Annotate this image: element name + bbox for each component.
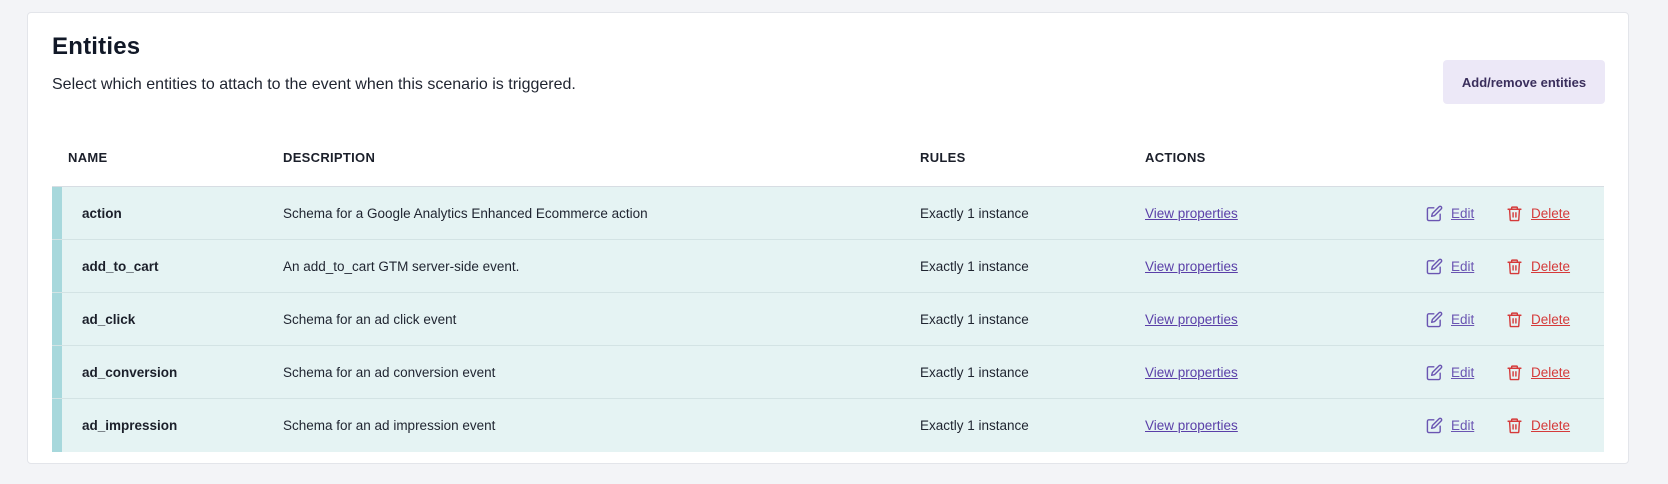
edit-link-label: Edit	[1451, 206, 1475, 221]
edit-icon	[1426, 311, 1443, 328]
delete-link-label: Delete	[1531, 418, 1571, 433]
view-properties-link[interactable]: View properties	[1145, 418, 1238, 433]
column-header-name: NAME	[68, 150, 108, 165]
edit-icon	[1426, 258, 1443, 275]
entity-rules: Exactly 1 instance	[920, 312, 1029, 327]
edit-button[interactable]: Edit	[1426, 293, 1474, 346]
entity-description: An add_to_cart GTM server-side event.	[283, 259, 520, 274]
entity-rules: Exactly 1 instance	[920, 365, 1029, 380]
entity-description: Schema for an ad click event	[283, 312, 457, 327]
edit-button[interactable]: Edit	[1426, 187, 1474, 240]
edit-button[interactable]: Edit	[1426, 346, 1474, 399]
trash-icon	[1506, 311, 1523, 328]
entity-rules: Exactly 1 instance	[920, 418, 1029, 433]
entities-card: Entities Select which entities to attach…	[27, 12, 1629, 464]
edit-icon	[1426, 364, 1443, 381]
table-row: add_to_cart An add_to_cart GTM server-si…	[52, 240, 1604, 293]
edit-icon	[1426, 205, 1443, 222]
edit-icon	[1426, 417, 1443, 434]
table-row: ad_click Schema for an ad click event Ex…	[52, 293, 1604, 346]
delete-button[interactable]: Delete	[1506, 240, 1570, 293]
edit-link-label: Edit	[1451, 312, 1475, 327]
delete-link-label: Delete	[1531, 259, 1571, 274]
column-header-rules: RULES	[920, 150, 966, 165]
page-subtitle: Select which entities to attach to the e…	[52, 76, 576, 93]
table-body: action Schema for a Google Analytics Enh…	[52, 187, 1604, 452]
delete-link-label: Delete	[1531, 206, 1571, 221]
view-properties-link[interactable]: View properties	[1145, 365, 1238, 380]
delete-button[interactable]: Delete	[1506, 293, 1570, 346]
column-header-actions: ACTIONS	[1145, 150, 1206, 165]
table-row: ad_conversion Schema for an ad conversio…	[52, 346, 1604, 399]
edit-button[interactable]: Edit	[1426, 240, 1474, 293]
page-title: Entities	[52, 33, 141, 60]
delete-button[interactable]: Delete	[1506, 187, 1570, 240]
view-properties-link[interactable]: View properties	[1145, 206, 1238, 221]
edit-link-label: Edit	[1451, 418, 1475, 433]
entity-description: Schema for an ad conversion event	[283, 365, 496, 380]
view-properties-link[interactable]: View properties	[1145, 259, 1238, 274]
entity-name: add_to_cart	[82, 259, 159, 274]
view-properties-link[interactable]: View properties	[1145, 312, 1238, 327]
edit-link-label: Edit	[1451, 259, 1475, 274]
entity-name: action	[82, 206, 122, 221]
entity-name: ad_click	[82, 312, 136, 327]
table-row: action Schema for a Google Analytics Enh…	[52, 187, 1604, 240]
entities-table: NAME DESCRIPTION RULES ACTIONS action Sc…	[52, 126, 1604, 452]
delete-button[interactable]: Delete	[1506, 399, 1570, 452]
table-row: ad_impression Schema for an ad impressio…	[52, 399, 1604, 452]
delete-link-label: Delete	[1531, 312, 1571, 327]
add-remove-entities-button[interactable]: Add/remove entities	[1443, 60, 1605, 104]
entity-name: ad_conversion	[82, 365, 178, 380]
entity-description: Schema for a Google Analytics Enhanced E…	[283, 206, 648, 221]
trash-icon	[1506, 205, 1523, 222]
entity-rules: Exactly 1 instance	[920, 259, 1029, 274]
edit-button[interactable]: Edit	[1426, 399, 1474, 452]
trash-icon	[1506, 258, 1523, 275]
entity-rules: Exactly 1 instance	[920, 206, 1029, 221]
delete-link-label: Delete	[1531, 365, 1571, 380]
trash-icon	[1506, 417, 1523, 434]
column-header-description: DESCRIPTION	[283, 150, 376, 165]
entity-name: ad_impression	[82, 418, 178, 433]
edit-link-label: Edit	[1451, 365, 1475, 380]
trash-icon	[1506, 364, 1523, 381]
table-header: NAME DESCRIPTION RULES ACTIONS	[52, 126, 1604, 187]
delete-button[interactable]: Delete	[1506, 346, 1570, 399]
entity-description: Schema for an ad impression event	[283, 418, 496, 433]
